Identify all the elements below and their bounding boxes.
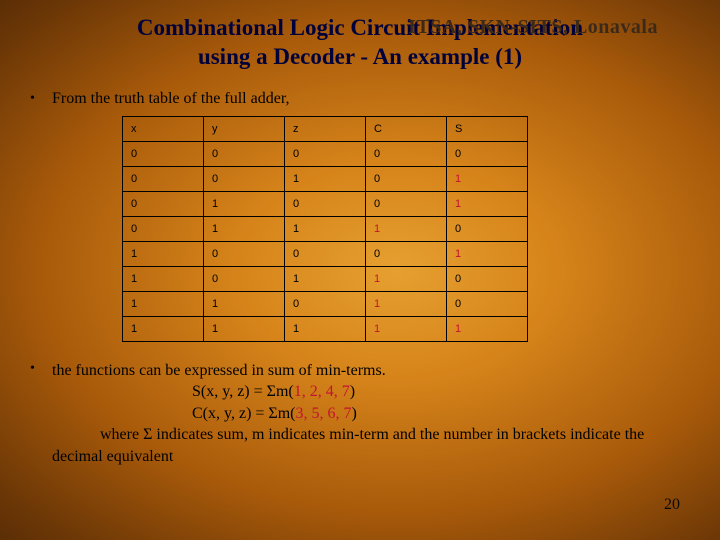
table-row: 11010 — [123, 291, 528, 316]
bullet-marker: • — [30, 360, 52, 378]
c-suffix: ) — [352, 405, 357, 422]
c-prefix: C(x, y, z) = Σm( — [192, 405, 296, 422]
col-x: x — [123, 116, 204, 141]
cell-y: 1 — [204, 291, 285, 316]
cell-s: 0 — [447, 216, 528, 241]
table-header-row: x y z C S — [123, 116, 528, 141]
cell-z: 0 — [285, 191, 366, 216]
cell-z: 1 — [285, 216, 366, 241]
cell-s: 1 — [447, 166, 528, 191]
cell-x: 0 — [123, 166, 204, 191]
cell-s: 1 — [447, 316, 528, 341]
s-prefix: S(x, y, z) = Σm( — [192, 383, 294, 400]
table-row: 00101 — [123, 166, 528, 191]
table-row: 01001 — [123, 191, 528, 216]
title-line-2: using a Decoder - An example (1) — [198, 44, 522, 69]
cell-x: 0 — [123, 141, 204, 166]
cell-x: 1 — [123, 266, 204, 291]
bullet-marker: • — [30, 90, 52, 108]
cell-c: 1 — [366, 216, 447, 241]
cell-z: 0 — [285, 291, 366, 316]
table-row: 10001 — [123, 241, 528, 266]
cell-z: 1 — [285, 316, 366, 341]
cell-c: 1 — [366, 316, 447, 341]
bullet-1: • From the truth table of the full adder… — [30, 90, 690, 108]
cell-c: 1 — [366, 266, 447, 291]
cell-y: 0 — [204, 241, 285, 266]
slide-content: • From the truth table of the full adder… — [0, 72, 720, 468]
cell-y: 0 — [204, 141, 285, 166]
bullet-2: • the functions can be expressed in sum … — [30, 360, 690, 468]
col-z: z — [285, 116, 366, 141]
cell-c: 0 — [366, 191, 447, 216]
cell-c: 0 — [366, 241, 447, 266]
cell-y: 0 — [204, 166, 285, 191]
cell-x: 0 — [123, 216, 204, 241]
cell-s: 0 — [447, 291, 528, 316]
cell-s: 0 — [447, 141, 528, 166]
col-c: C — [366, 116, 447, 141]
watermark-text: ITSA, SKN-SITS, Lonavala — [408, 16, 658, 39]
cell-z: 0 — [285, 141, 366, 166]
cell-c: 0 — [366, 141, 447, 166]
sum-intro: the functions can be expressed in sum of… — [52, 362, 386, 379]
table-row: 11111 — [123, 316, 528, 341]
c-terms: 3, 5, 6, 7 — [296, 405, 352, 422]
cell-z: 0 — [285, 241, 366, 266]
cell-y: 1 — [204, 316, 285, 341]
c-expression: C(x, y, z) = Σm(3, 5, 6, 7) — [192, 405, 357, 422]
cell-z: 1 — [285, 166, 366, 191]
cell-s: 0 — [447, 266, 528, 291]
bullet-1-text: From the truth table of the full adder, — [52, 90, 690, 108]
cell-y: 1 — [204, 216, 285, 241]
cell-z: 1 — [285, 266, 366, 291]
cell-x: 1 — [123, 241, 204, 266]
truth-table: x y z C S 000000010101001011101000110110… — [122, 116, 528, 342]
page-number: 20 — [664, 496, 680, 514]
cell-y: 0 — [204, 266, 285, 291]
cell-x: 1 — [123, 316, 204, 341]
where-note: where Σ indicates sum, m indicates min-t… — [52, 426, 644, 465]
col-s: S — [447, 116, 528, 141]
bullet-2-text: the functions can be expressed in sum of… — [52, 360, 690, 468]
s-expression: S(x, y, z) = Σm(1, 2, 4, 7) — [192, 383, 355, 400]
table-row: 00000 — [123, 141, 528, 166]
cell-s: 1 — [447, 191, 528, 216]
cell-c: 0 — [366, 166, 447, 191]
cell-c: 1 — [366, 291, 447, 316]
cell-x: 0 — [123, 191, 204, 216]
col-y: y — [204, 116, 285, 141]
s-terms: 1, 2, 4, 7 — [294, 383, 350, 400]
cell-x: 1 — [123, 291, 204, 316]
table-row: 10110 — [123, 266, 528, 291]
s-suffix: ) — [350, 383, 355, 400]
table-row: 01110 — [123, 216, 528, 241]
cell-y: 1 — [204, 191, 285, 216]
cell-s: 1 — [447, 241, 528, 266]
truth-table-wrap: x y z C S 000000010101001011101000110110… — [122, 116, 690, 342]
